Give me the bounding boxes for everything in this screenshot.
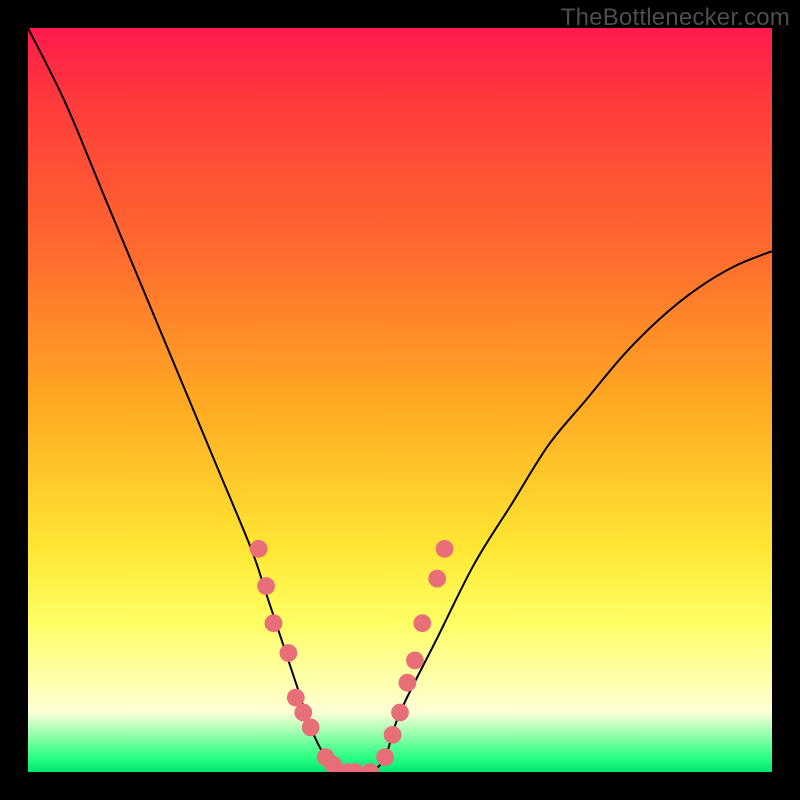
bottleneck-curve xyxy=(28,28,772,772)
curve-marker xyxy=(399,674,417,692)
curve-marker xyxy=(280,644,298,662)
curve-marker xyxy=(265,614,283,632)
curve-marker xyxy=(376,748,394,766)
attribution-label: TheBottlenecker.com xyxy=(561,4,790,32)
curve-marker xyxy=(250,540,268,558)
curve-marker xyxy=(391,704,409,722)
curve-markers xyxy=(250,540,454,772)
curve-marker xyxy=(361,763,379,772)
curve-marker xyxy=(413,614,431,632)
chart-frame: TheBottlenecker.com xyxy=(0,0,800,800)
curve-marker xyxy=(302,719,320,737)
plot-area xyxy=(28,28,772,772)
curve-marker xyxy=(428,570,446,588)
curve-marker xyxy=(257,577,275,595)
curve-marker xyxy=(406,652,424,670)
curve-marker xyxy=(384,726,402,744)
chart-svg xyxy=(28,28,772,772)
curve-marker xyxy=(436,540,454,558)
